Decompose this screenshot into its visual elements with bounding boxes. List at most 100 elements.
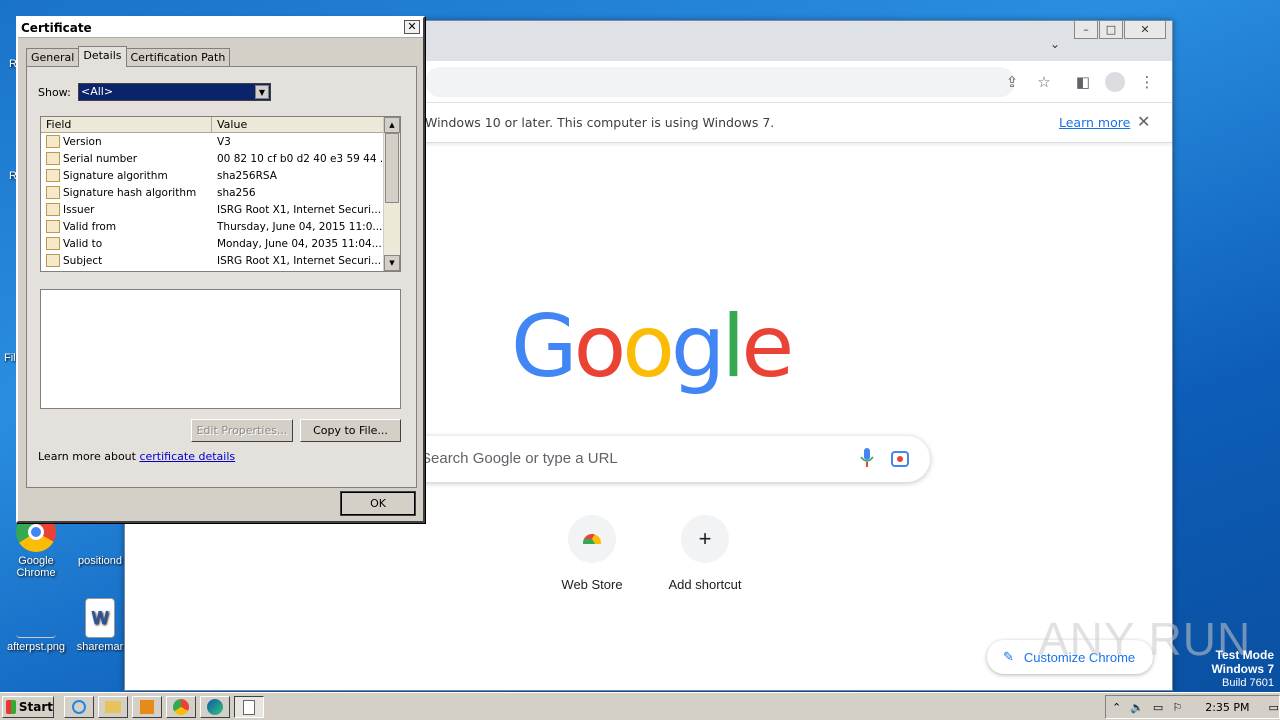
network-icon[interactable]: ▭: [1153, 701, 1163, 714]
logo-letter: o: [573, 297, 627, 397]
field-detail-box[interactable]: [40, 289, 401, 409]
certificate-field-icon: [46, 220, 60, 233]
start-button[interactable]: Start: [2, 696, 54, 718]
value-cell: V3: [217, 135, 231, 148]
ok-button[interactable]: OK: [340, 491, 416, 516]
scroll-thumb[interactable]: [385, 133, 399, 203]
value-cell: sha256: [217, 186, 256, 199]
field-name: Valid to: [63, 237, 103, 250]
certificate-dialog: Certificate ✕ General Details Certificat…: [16, 16, 425, 523]
desktop-icon-label: afterpst.png: [6, 641, 66, 653]
column-header-value[interactable]: Value: [212, 117, 384, 132]
certificate-details-link[interactable]: certificate details: [139, 450, 235, 463]
action-center-flag-icon[interactable]: ⚐: [1172, 701, 1182, 714]
menu-kebab-icon[interactable]: ⋮: [1136, 71, 1158, 93]
test-mode-notice: Test Mode Windows 7 Build 7601: [1211, 648, 1274, 690]
shortcut-web-store[interactable]: Web Store: [536, 515, 648, 592]
side-panel-icon[interactable]: ◧: [1072, 71, 1094, 93]
value-cell: ISRG Root X1, Internet Securi...: [217, 254, 382, 267]
infobar-message: Windows 10 or later. This computer is us…: [425, 115, 775, 130]
edit-properties-button[interactable]: Edit Properties...: [191, 419, 293, 442]
desktop-icon-sharemar[interactable]: W sharemar: [68, 598, 132, 653]
field-name: Serial number: [63, 152, 138, 165]
close-button[interactable]: ✕: [1124, 21, 1166, 39]
certificate-field-icon: [46, 186, 60, 199]
maximize-button[interactable]: □: [1099, 21, 1123, 39]
desktop-icon-label: positiond: [77, 555, 123, 567]
field-list: Field Value Version V3 Serial number 00 82 …: [40, 116, 401, 272]
test-mode-line: Test Mode: [1215, 648, 1274, 662]
show-dropdown[interactable]: <All> ▼: [78, 83, 271, 101]
address-bar[interactable]: [425, 67, 1015, 97]
desktop-icon-afterpst[interactable]: afterpst.png: [4, 598, 68, 653]
field-cell: Valid from: [41, 220, 212, 233]
tab-certification-path[interactable]: Certification Path: [125, 48, 231, 67]
dialog-title-bar[interactable]: Certificate ✕: [18, 18, 423, 38]
certificate-field-icon: [46, 203, 60, 216]
word-document-icon: W: [85, 598, 115, 638]
file-explorer-icon[interactable]: [98, 696, 128, 718]
os-name-line: Windows 7: [1211, 662, 1274, 676]
certificate-field-icon: [46, 254, 60, 267]
value-cell: Monday, June 04, 2035 11:04...: [217, 237, 382, 250]
field-cell: Version: [41, 135, 212, 148]
field-cell: Signature algorithm: [41, 169, 212, 182]
pencil-icon: ✎: [1003, 649, 1014, 664]
details-panel: Show: <All> ▼ Field Value Version V3 Seria…: [26, 66, 417, 488]
google-lens-icon[interactable]: [890, 449, 910, 469]
field-name: Subject: [63, 254, 103, 267]
field-list-row[interactable]: Version V3: [41, 133, 400, 150]
copy-to-file-button[interactable]: Copy to File...: [300, 419, 401, 442]
dialog-close-icon[interactable]: ✕: [404, 20, 420, 34]
show-hidden-icons-icon[interactable]: ⌃: [1112, 701, 1121, 714]
field-list-row[interactable]: Subject ISRG Root X1, Internet Securi...: [41, 252, 400, 269]
list-scrollbar[interactable]: ▲ ▼: [383, 117, 400, 271]
field-list-row[interactable]: Valid from Thursday, June 04, 2015 11:0..…: [41, 218, 400, 235]
scroll-down-icon[interactable]: ▼: [384, 255, 400, 271]
field-list-row[interactable]: Issuer ISRG Root X1, Internet Securi...: [41, 201, 400, 218]
share-icon[interactable]: ⇪: [1001, 71, 1023, 93]
search-placeholder: Search Google or type a URL: [421, 450, 618, 467]
minimize-button[interactable]: –: [1074, 21, 1098, 39]
infobar-learn-more-link[interactable]: Learn more: [1059, 115, 1130, 130]
volume-icon[interactable]: 🔈: [1130, 701, 1144, 714]
edge-icon[interactable]: [200, 696, 230, 718]
desktop-icon-label: Google Chrome: [16, 555, 56, 579]
show-desktop-icon[interactable]: ▭: [1269, 701, 1279, 714]
field-cell: Subject: [41, 254, 212, 267]
certificate-window-taskbar-icon[interactable]: [234, 696, 264, 718]
field-cell: Valid to: [41, 237, 212, 250]
infobar-close-icon[interactable]: ✕: [1137, 112, 1150, 131]
desktop-icon-label: sharemar: [76, 641, 124, 653]
field-list-row[interactable]: Valid to Monday, June 04, 2035 11:04...: [41, 235, 400, 252]
field-list-row[interactable]: Signature hash algorithm sha256: [41, 184, 400, 201]
window-controls: – □ ✕: [1074, 21, 1166, 39]
shortcut-add[interactable]: + Add shortcut: [649, 515, 761, 592]
dropdown-arrow-icon[interactable]: ▼: [255, 85, 269, 99]
field-list-row[interactable]: Serial number 00 82 10 cf b0 d2 40 e3 59 …: [41, 150, 400, 167]
profile-avatar-icon[interactable]: [1104, 71, 1126, 93]
scroll-up-icon[interactable]: ▲: [384, 117, 400, 133]
tab-general[interactable]: General: [26, 48, 80, 67]
taskbar: Start ⌃ 🔈 ▭ ⚐ 2:35 PM ▭: [0, 692, 1280, 720]
show-label: Show:: [38, 86, 71, 99]
field-list-row[interactable]: Signature algorithm sha256RSA: [41, 167, 400, 184]
internet-explorer-icon[interactable]: [64, 696, 94, 718]
tab-details[interactable]: Details: [78, 46, 127, 67]
logo-letter: l: [721, 297, 746, 397]
search-input[interactable]: Search Google or type a URL: [385, 436, 930, 482]
shortcut-label: Add shortcut: [668, 577, 742, 592]
tab-search-chevron-icon[interactable]: ⌄: [1050, 37, 1060, 51]
value-cell: 00 82 10 cf b0 d2 40 e3 59 44 ...: [217, 152, 382, 165]
bookmark-star-icon[interactable]: ☆: [1033, 71, 1055, 93]
shortcut-label: Web Store: [561, 577, 623, 592]
chrome-taskbar-icon[interactable]: [166, 696, 196, 718]
media-player-icon[interactable]: [132, 696, 162, 718]
clock[interactable]: 2:35 PM: [1205, 701, 1249, 714]
field-cell: Serial number: [41, 152, 212, 165]
field-cell: Signature hash algorithm: [41, 186, 212, 199]
field-name: Issuer: [63, 203, 95, 216]
windows-logo-icon: [6, 700, 16, 714]
column-header-field[interactable]: Field: [41, 117, 212, 132]
microphone-icon[interactable]: [860, 448, 874, 468]
